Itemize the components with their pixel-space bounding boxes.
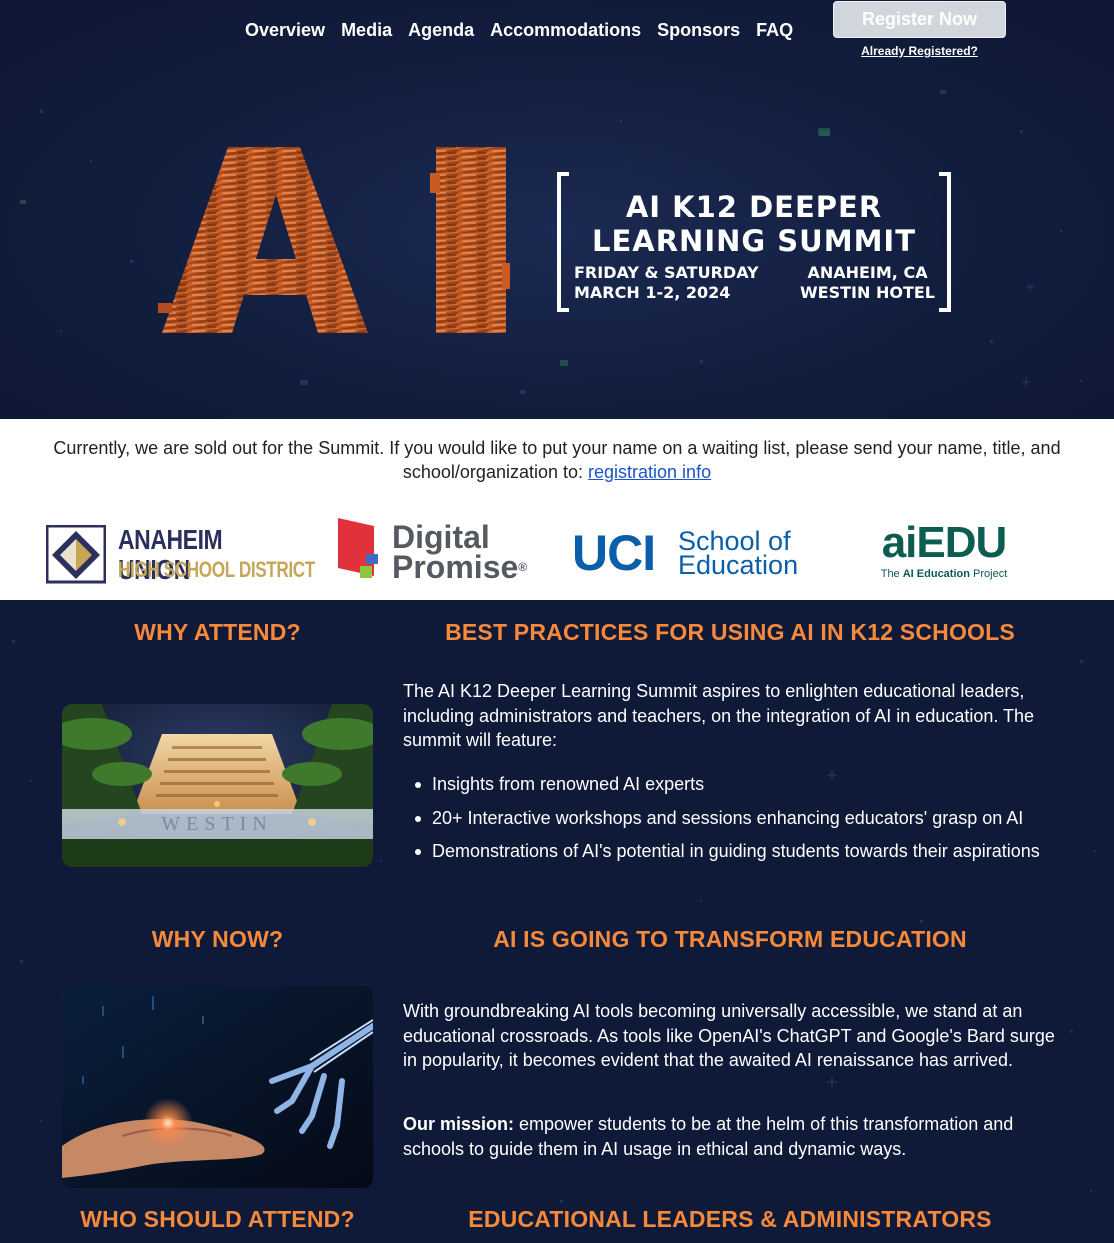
digital-promise-line1: Digital	[392, 519, 490, 555]
uci-line2: Education	[678, 550, 799, 580]
nav-overview[interactable]: Overview	[245, 20, 325, 41]
sold-out-notice: Currently, we are sold out for the Summi…	[40, 436, 1074, 484]
digital-promise-mark-icon	[338, 518, 378, 578]
robot-hand-image	[62, 986, 373, 1188]
hotel-sign-text: WESTIN	[161, 813, 273, 835]
summit-location: ANAHEIM, CA WESTIN HOTEL	[800, 263, 935, 303]
robot-hand-photo	[62, 986, 373, 1188]
aiedu-tag-post: Project	[969, 568, 1008, 580]
register-now-button[interactable]: Register Now	[833, 1, 1006, 38]
westin-hotel-photo: WESTIN	[62, 704, 373, 867]
right-bracket	[939, 172, 951, 312]
summit-place-line1: ANAHEIM, CA	[807, 263, 928, 282]
main-content: WHY ATTEND? BEST PRACTICES FOR USING AI …	[0, 600, 1114, 1243]
aiedu-logo[interactable]: aiEDU The AI Education Project	[866, 519, 1022, 581]
notice-and-partners: Currently, we are sold out for the Summi…	[0, 419, 1114, 600]
left-bracket	[557, 172, 569, 312]
why-now-text: With groundbreaking AI tools becoming un…	[403, 1001, 1055, 1070]
best-practices-heading: BEST PRACTICES FOR USING AI IN K12 SCHOO…	[445, 619, 1015, 645]
why-attend-heading: WHY ATTEND?	[134, 619, 301, 645]
main-nav: Overview Media Agenda Accommodations Spo…	[245, 20, 793, 41]
summit-intro-text: The AI K12 Deeper Learning Summit aspire…	[403, 681, 1035, 750]
nav-faq[interactable]: FAQ	[756, 20, 793, 41]
anaheim-union-logo[interactable]: ANAHEIM UNION HIGH SCHOOL DISTRICT	[46, 523, 315, 585]
sold-out-text: Currently, we are sold out for the Summi…	[53, 438, 1061, 482]
registered-mark: ®	[518, 560, 528, 574]
transform-heading: AI IS GOING TO TRANSFORM EDUCATION	[493, 926, 967, 952]
nav-accommodations[interactable]: Accommodations	[490, 20, 641, 41]
summit-date: FRIDAY & SATURDAY MARCH 1-2, 2024	[574, 263, 759, 303]
aiedu-mark: aiEDU	[881, 518, 1008, 567]
anaheim-line2: HIGH SCHOOL DISTRICT	[118, 557, 315, 582]
mission-label: Our mission:	[403, 1114, 515, 1134]
digital-promise-logo[interactable]: Digital Promise®	[336, 516, 531, 585]
digital-promise-line2-text: Promise	[392, 549, 519, 585]
hotel-image: WESTIN	[62, 704, 373, 867]
aiedu-tagline: The AI Education Project	[866, 567, 1022, 581]
already-registered-link[interactable]: Already Registered?	[833, 44, 1006, 58]
leaders-heading: EDUCATIONAL LEADERS & ADMINISTRATORS	[468, 1206, 992, 1232]
summit-title: AI K12 DEEPER LEARNING SUMMIT	[571, 190, 937, 258]
feature-item: Insights from renowned AI experts	[414, 772, 1074, 797]
who-attend-heading: WHO SHOULD ATTEND?	[80, 1206, 355, 1232]
anaheim-union-emblem-icon	[46, 525, 106, 584]
feature-item: Demonstrations of AI's potential in guid…	[414, 839, 1074, 864]
aiedu-tag-pre: The	[880, 568, 903, 580]
summit-date-line2: MARCH 1-2, 2024	[574, 283, 731, 302]
digital-promise-line2: Promise®	[392, 549, 528, 585]
summit-place-line2: WESTIN HOTEL	[800, 283, 935, 302]
mission-text: Our mission: empower students to be at t…	[403, 1112, 1063, 1161]
feature-item: 20+ Interactive workshops and sessions e…	[414, 806, 1074, 831]
summit-date-line1: FRIDAY & SATURDAY	[574, 263, 759, 282]
nav-agenda[interactable]: Agenda	[408, 20, 474, 41]
uci-education-logo[interactable]: UCI School of Education	[572, 525, 808, 581]
summit-title-box: AI K12 DEEPER LEARNING SUMMIT FRIDAY & S…	[557, 172, 951, 312]
aiedu-tag-bold: AI Education	[902, 568, 970, 580]
feature-list: Insights from renowned AI experts 20+ In…	[414, 772, 1074, 873]
uci-mark: UCI	[572, 525, 656, 581]
why-now-heading: WHY NOW?	[151, 926, 284, 952]
registration-info-link[interactable]: registration info	[588, 462, 711, 482]
nav-media[interactable]: Media	[341, 20, 392, 41]
summit-title-line1: AI K12 DEEPER	[625, 190, 883, 224]
summit-title-line2: LEARNING SUMMIT	[591, 224, 917, 258]
hero-banner: Overview Media Agenda Accommodations Spo…	[0, 0, 1114, 419]
nav-sponsors[interactable]: Sponsors	[657, 20, 740, 41]
ai-logo	[158, 147, 510, 333]
